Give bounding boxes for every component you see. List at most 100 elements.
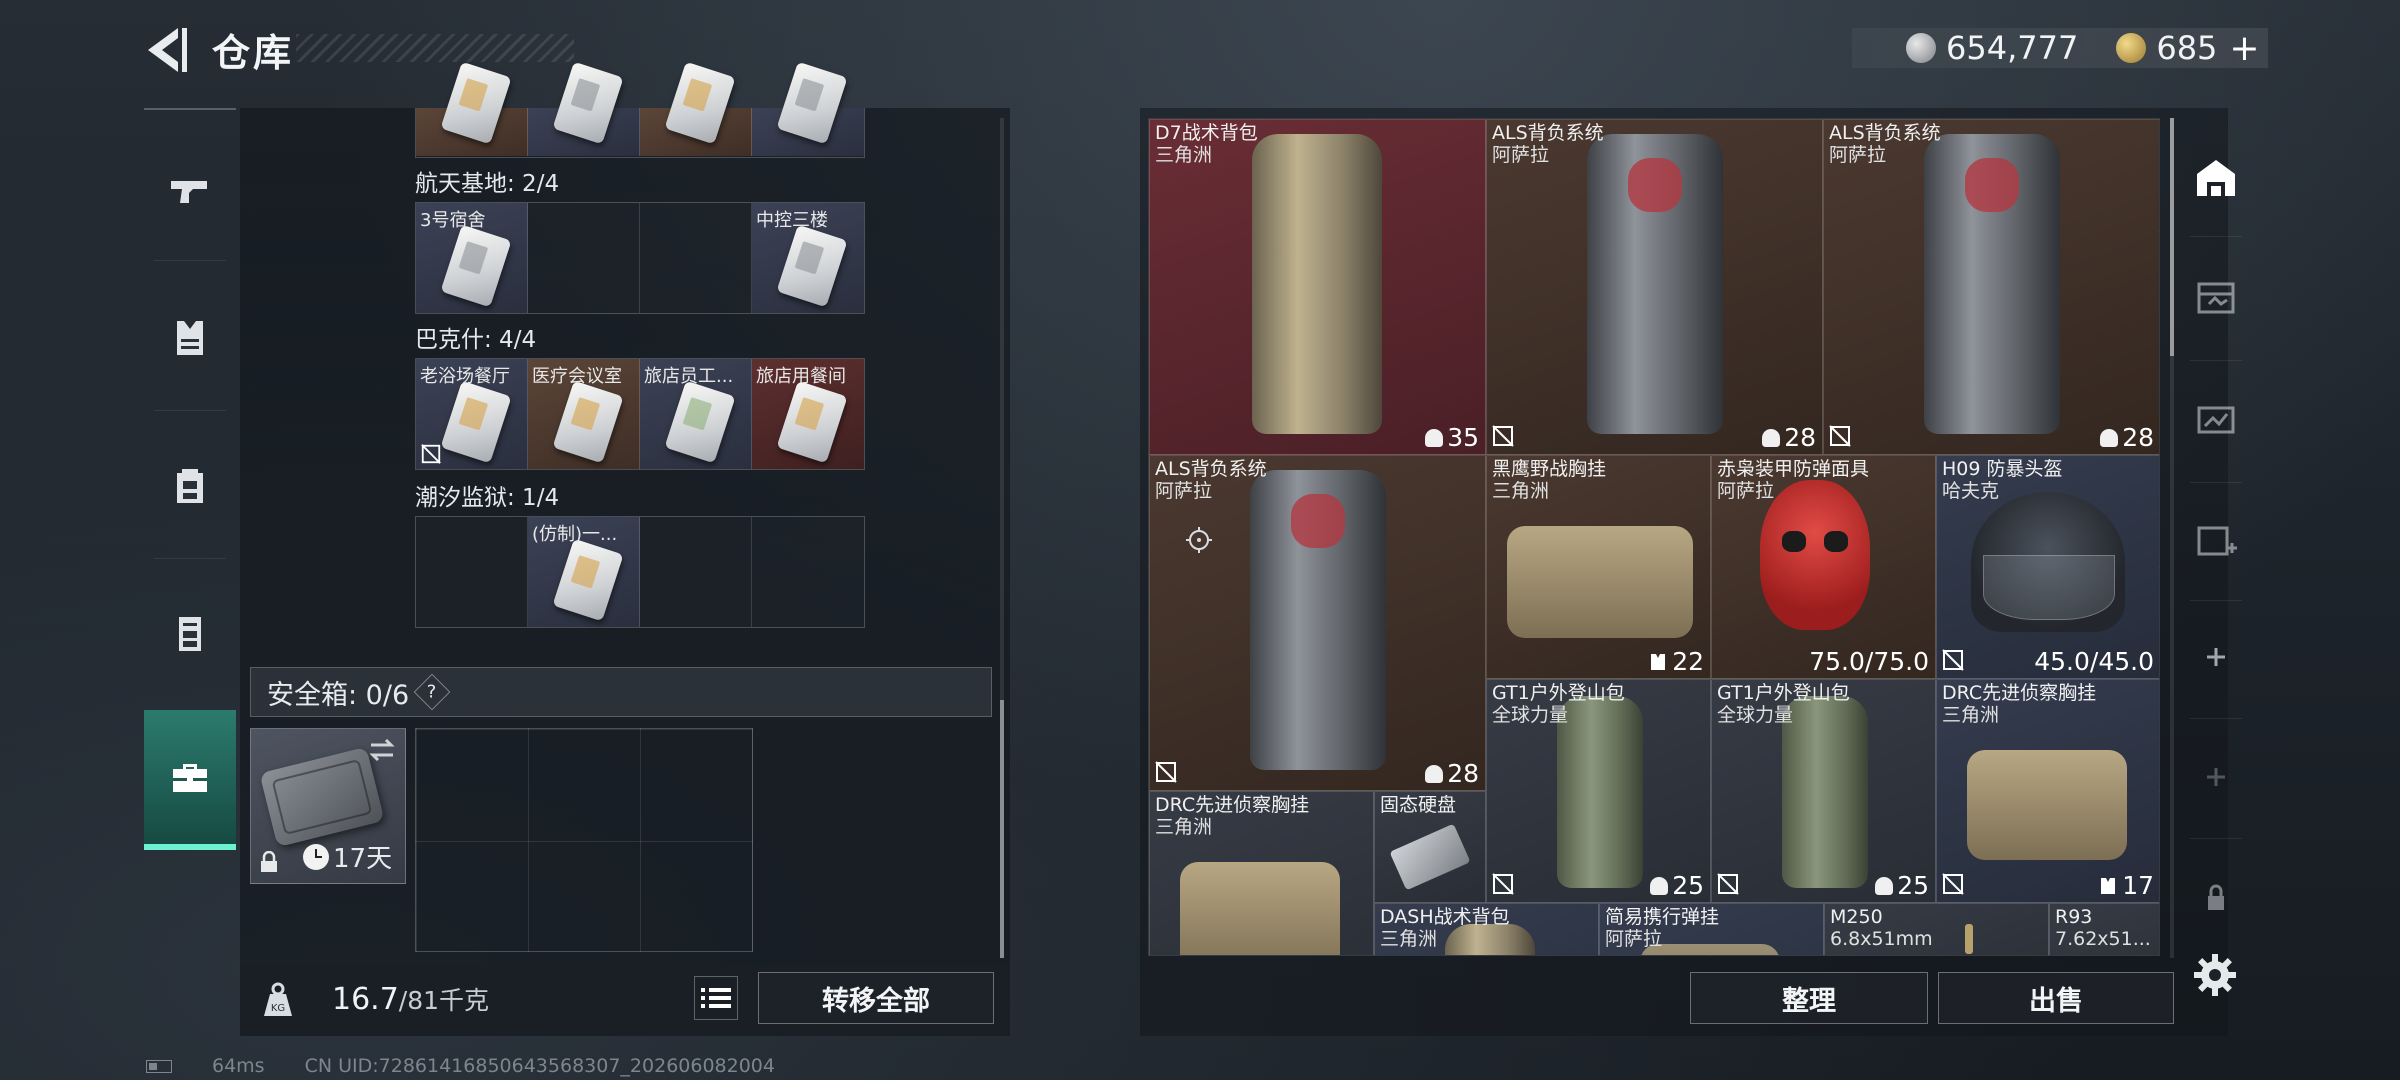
keycard-image	[440, 224, 512, 308]
tab-armor[interactable]	[144, 268, 236, 408]
keycard-slot[interactable]: (仿制)一...	[528, 517, 640, 627]
backpack-image	[1252, 134, 1382, 434]
keycard-slot[interactable]: 旅店用餐间	[752, 359, 864, 469]
keycard-label: (仿制)一...	[532, 524, 618, 545]
item-name: GT1户外登山包	[1492, 682, 1625, 704]
inventory-item-r93-ammo[interactable]: R93 7.62x51...	[2049, 903, 2159, 955]
safebox-capacity-label: 安全箱: 0/6	[267, 679, 410, 711]
item-capacity: 25	[1650, 871, 1704, 900]
inventory-item-armored-mask[interactable]: 赤枭装甲防弹面具 阿萨拉 75.0/75.0	[1711, 455, 1936, 679]
swap-icon[interactable]	[367, 735, 397, 765]
add-currency-button[interactable]: +	[2229, 28, 2259, 69]
inventory-item-simple-ammo-rig[interactable]: 简易携行弹挂 阿萨拉	[1599, 903, 1824, 955]
transfer-all-button[interactable]: 转移全部	[758, 972, 994, 1024]
inventory-item-gt1-hiking-pack[interactable]: GT1户外登山包 全球力量 25	[1711, 679, 1936, 903]
capacity-icon	[1650, 876, 1669, 895]
inventory-item-m250-ammo[interactable]: M250 6.8x51mm	[1824, 903, 2049, 955]
item-name: GT1户外登山包	[1717, 682, 1850, 704]
keycard-slot[interactable]	[416, 61, 528, 156]
empty-keycard-slot[interactable]	[752, 517, 864, 627]
empty-keycard-slot[interactable]	[528, 203, 640, 313]
plus-icon	[2207, 648, 2225, 666]
list-view-button[interactable]	[694, 976, 738, 1020]
item-maker: 阿萨拉	[1717, 480, 1775, 502]
inventory-scrollbar-thumb[interactable]	[2170, 118, 2174, 356]
storage-scrollbar-thumb[interactable]	[1000, 700, 1004, 958]
question-icon: ?	[427, 681, 437, 703]
tab-container-3[interactable]	[2176, 364, 2256, 474]
item-maker: 三角洲	[1155, 816, 1213, 838]
backpack-image	[1924, 134, 2060, 434]
keycard-slot[interactable]: 医疗会议室	[528, 359, 640, 469]
category-sidebar	[144, 108, 236, 860]
item-name: 简易携行弹挂	[1605, 906, 1720, 928]
item-capacity: 28	[1762, 423, 1816, 452]
gear-icon[interactable]	[2192, 952, 2238, 998]
help-button[interactable]: ?	[413, 673, 451, 711]
item-maker: 三角洲	[1155, 144, 1213, 166]
keycard-row-partial	[415, 61, 865, 158]
crate-icon	[2197, 406, 2235, 434]
group-label-bakhsh: 巴克什: 4/4	[415, 327, 537, 353]
back-arrow-icon[interactable]	[140, 22, 190, 78]
inventory-item-als-carrier[interactable]: ALS背负系统 阿萨拉 28	[1149, 455, 1486, 791]
tab-add-container[interactable]	[2176, 486, 2256, 596]
item-name: R93	[2055, 906, 2093, 928]
tab-backpack[interactable]	[144, 416, 236, 556]
keycard-slot[interactable]	[752, 61, 864, 156]
capacity-icon	[1875, 876, 1894, 895]
capacity-icon	[1425, 428, 1444, 447]
keycard-label: 3号宿舍	[420, 210, 486, 231]
safebox-grid[interactable]	[415, 728, 753, 952]
item-armor-class: 22	[1648, 647, 1704, 676]
keycard-image	[552, 538, 624, 622]
capacity-icon	[2100, 428, 2119, 447]
gold-coin-icon	[2116, 33, 2147, 63]
empty-keycard-slot[interactable]	[416, 517, 528, 627]
empty-keycard-slot[interactable]	[640, 517, 752, 627]
backpack-icon	[177, 469, 203, 503]
pistol-icon	[171, 181, 207, 203]
inventory-item-gt1-hiking-pack[interactable]: GT1户外登山包 全球力量 25	[1486, 679, 1711, 903]
tab-chest-rig[interactable]	[144, 564, 236, 704]
safebox-timer: 17天	[303, 838, 392, 875]
sort-button[interactable]: 整理	[1690, 972, 1928, 1024]
add-slot-button-disabled[interactable]	[2176, 722, 2256, 832]
inventory-item-drc-recon-rig[interactable]: DRC先进侦察胸挂 三角洲 17	[1936, 679, 2159, 903]
safe-case-image	[259, 746, 385, 848]
keycard-slot[interactable]	[640, 61, 752, 156]
empty-keycard-slot[interactable]	[640, 203, 752, 313]
keycard-row-aerospace-base: 3号宿舍 中控三楼	[415, 202, 865, 314]
inventory-item-black-hawk-rig[interactable]: 黑鹰野战胸挂 三角洲 22	[1486, 455, 1711, 679]
helmet-image	[1971, 492, 2125, 632]
item-capacity: 28	[1425, 759, 1479, 788]
keycard-slot[interactable]	[528, 61, 640, 156]
keycard-label: 旅店用餐间	[756, 366, 846, 387]
keycard-slot[interactable]: 3号宿舍	[416, 203, 528, 313]
inventory-item-riot-helmet[interactable]: H09 防暴头盔 哈夫克 45.0/45.0	[1936, 455, 2159, 679]
tab-storage[interactable]	[2176, 122, 2256, 232]
item-maker: 全球力量	[1717, 704, 1794, 726]
backpack-image	[1782, 696, 1868, 888]
keycard-slot[interactable]: 中控三楼	[752, 203, 864, 313]
item-maker: 7.62x51...	[2055, 928, 2151, 950]
inventory-item-als-carrier[interactable]: ALS背负系统 阿萨拉 28	[1486, 119, 1823, 455]
chest-rig-image	[1180, 862, 1340, 955]
add-slot-button[interactable]	[2176, 602, 2256, 712]
inventory-item-d7-backpack[interactable]: D7战术背包 三角洲 35	[1149, 119, 1486, 455]
keycard-slot[interactable]: 旅店员工...	[640, 359, 752, 469]
inventory-item-dash-backpack[interactable]: DASH战术背包 三角洲	[1374, 903, 1599, 955]
item-durability: 75.0/75.0	[1809, 647, 1929, 676]
armor-icon	[1651, 653, 1666, 670]
item-name: DRC先进侦察胸挂	[1942, 682, 2097, 704]
tab-weapons[interactable]	[144, 120, 236, 260]
inventory-item-ssd[interactable]: 固态硬盘	[1374, 791, 1486, 903]
inventory-item-als-carrier[interactable]: ALS背负系统 阿萨拉 28	[1823, 119, 2159, 455]
tab-safe-case[interactable]	[144, 710, 236, 850]
item-name: ALS背负系统	[1829, 122, 1941, 144]
keycard-slot[interactable]: 老浴场餐厅	[416, 359, 528, 469]
inventory-item-drc-recon-rig[interactable]: DRC先进侦察胸挂 三角洲	[1149, 791, 1374, 955]
tab-container-2[interactable]	[2176, 242, 2256, 352]
safebox-case-slot[interactable]: 17天	[250, 728, 406, 884]
sell-button[interactable]: 出售	[1938, 972, 2174, 1024]
